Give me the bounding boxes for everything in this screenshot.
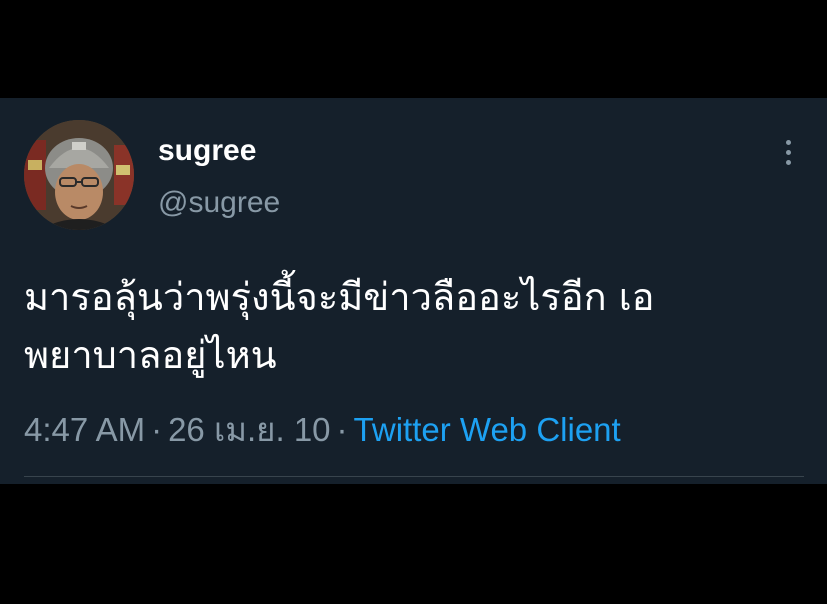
- tweet-time[interactable]: 4:47 AM: [24, 411, 145, 448]
- tweet-meta: 4:47 AM · 26 เม.ย. 10 · Twitter Web Client: [24, 410, 621, 450]
- tweet-text-line-1: มารอลุ้นว่าพรุ่งนี้จะมีข่าวลืออะไรอีก เอ: [24, 275, 655, 319]
- meta-separator: ·: [336, 411, 348, 448]
- avatar[interactable]: [24, 120, 134, 230]
- tweet-text-line-2: พยาบาลอยู่ไหน: [24, 333, 277, 377]
- meta-separator: ·: [151, 411, 163, 448]
- avatar-image: [24, 120, 134, 230]
- tweet-client-link[interactable]: Twitter Web Client: [354, 411, 621, 448]
- more-vertical-icon: [786, 140, 791, 145]
- tweet-date[interactable]: 26 เม.ย. 10: [168, 411, 330, 448]
- tweet-text: มารอลุ้นว่าพรุ่งนี้จะมีข่าวลืออะไรอีก เอ…: [24, 268, 804, 384]
- more-options-button[interactable]: [774, 136, 804, 170]
- divider: [24, 476, 804, 477]
- tweet-card: sugree @sugree มารอลุ้นว่าพรุ่งนี้จะมีข่…: [0, 98, 827, 484]
- display-name[interactable]: sugree: [158, 133, 256, 169]
- user-handle[interactable]: @sugree: [158, 185, 280, 221]
- screenshot-frame: sugree @sugree มารอลุ้นว่าพรุ่งนี้จะมีข่…: [0, 0, 827, 604]
